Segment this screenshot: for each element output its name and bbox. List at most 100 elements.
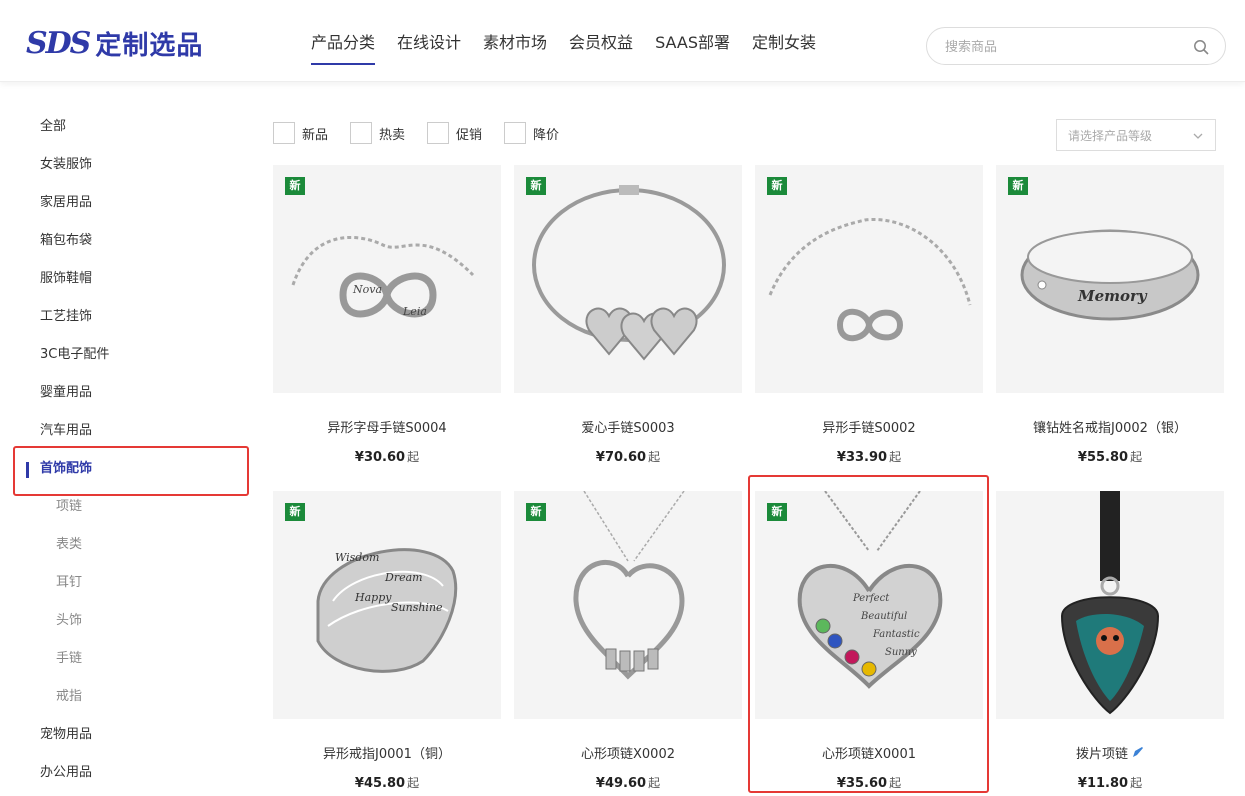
product-name[interactable]: 心形项链X0001 (755, 743, 983, 762)
category-sidebar: 全部 女装服饰 家居用品 箱包布袋 服饰鞋帽 工艺挂饰 3C电子配件 婴童用品 … (0, 108, 250, 792)
product-price: ¥70.60 起 (514, 448, 742, 465)
new-badge: 新 (767, 503, 787, 521)
nav-custom-womenswear[interactable]: 定制女装 (752, 0, 816, 82)
product-image[interactable]: 新 (514, 165, 742, 393)
checkbox-promo[interactable] (427, 122, 450, 144)
product-name[interactable]: 拨片项链 (996, 743, 1224, 762)
product-image[interactable]: 新 (514, 491, 742, 719)
subcategory-bracelet[interactable]: 手链 (0, 640, 250, 678)
filter-promo-label: 促销 (456, 127, 483, 143)
category-baby[interactable]: 婴童用品 (0, 374, 250, 412)
category-automotive[interactable]: 汽车用品 (0, 412, 250, 450)
product-card[interactable]: 新 Memory 镶钻姓名戒指J0002（银） ¥55.80 起 (996, 165, 1224, 470)
category-pet[interactable]: 宠物用品 (0, 716, 250, 754)
product-card[interactable]: 新 心形项链X0002 ¥49.60 起 (514, 491, 742, 796)
price-suffix: 起 (889, 776, 902, 790)
product-name[interactable]: 异形戒指J0001（铜） (273, 743, 501, 762)
product-price: ¥49.60 起 (514, 774, 742, 791)
category-apparel-shoes-hats[interactable]: 服饰鞋帽 (0, 260, 250, 298)
price-suffix: 起 (648, 450, 661, 464)
engraved-wrap-ring-image: Wisdom Dream Happy Sunshine (316, 548, 458, 673)
nav-member-benefits[interactable]: 会员权益 (569, 0, 633, 82)
logo[interactable]: SDS 定制选品 (26, 26, 203, 61)
product-name[interactable]: 镶钻姓名戒指J0002（银） (996, 417, 1224, 436)
filter-new-label: 新品 (302, 127, 329, 143)
product-price: ¥30.60 起 (273, 448, 501, 465)
product-name[interactable]: 异形手链S0002 (755, 417, 983, 436)
checkbox-new[interactable] (273, 122, 295, 144)
category-womens-clothing[interactable]: 女装服饰 (0, 146, 250, 184)
price-suffix: 起 (1130, 776, 1143, 790)
product-price: ¥45.80 起 (273, 774, 501, 791)
svg-text:Leia: Leia (402, 305, 427, 318)
product-image[interactable]: 新 Wisdom Dream Happy Sunshine (273, 491, 501, 719)
subcategory-headwear[interactable]: 头饰 (0, 602, 250, 640)
price-value: ¥49.60 (595, 776, 647, 791)
edit-icon[interactable] (1132, 746, 1144, 758)
svg-text:Wisdom: Wisdom (335, 551, 379, 564)
price-value: ¥30.60 (354, 450, 406, 465)
search-icon[interactable] (1193, 39, 1209, 55)
price-value: ¥33.90 (836, 450, 888, 465)
product-card[interactable]: 新 Nova Leia 异形字母手链S0004 ¥30.60 起 (273, 165, 501, 470)
product-image[interactable]: 新 Perfect Beautiful Fantastic Sunny (755, 491, 983, 719)
filter-promo[interactable]: 促销 (427, 122, 482, 144)
checkbox-hot[interactable] (350, 122, 373, 144)
product-name[interactable]: 异形字母手链S0004 (273, 417, 501, 436)
price-value: ¥45.80 (354, 776, 406, 791)
search-input[interactable] (945, 36, 1185, 58)
heart-charm-bangle-image (532, 185, 726, 361)
new-badge: 新 (1008, 177, 1028, 195)
nav-online-design[interactable]: 在线设计 (397, 0, 461, 82)
product-image[interactable]: 新 (755, 165, 983, 393)
search-box (926, 27, 1226, 65)
product-name[interactable]: 心形项链X0002 (514, 743, 742, 762)
product-grade-select[interactable]: 请选择产品等级 (1056, 119, 1216, 151)
product-image[interactable]: 新 Nova Leia (273, 165, 501, 393)
checkbox-price-drop[interactable] (504, 122, 527, 144)
price-value: ¥11.80 (1077, 776, 1129, 791)
category-home[interactable]: 家居用品 (0, 184, 250, 222)
filter-price-drop[interactable]: 降价 (504, 122, 559, 144)
subcategory-ring[interactable]: 戒指 (0, 678, 250, 716)
svg-text:Memory: Memory (1077, 287, 1148, 305)
category-all[interactable]: 全部 (0, 108, 250, 146)
product-image[interactable]: 新 Memory (996, 165, 1224, 393)
category-jewelry[interactable]: 首饰配饰 (0, 450, 250, 488)
category-bags[interactable]: 箱包布袋 (0, 222, 250, 260)
subcategory-watches[interactable]: 表类 (0, 526, 250, 564)
product-card[interactable]: 新 爱心手链S0003 ¥70.60 起 (514, 165, 742, 470)
price-suffix: 起 (1130, 450, 1143, 464)
svg-text:Happy: Happy (354, 591, 392, 604)
filter-bar: 新品 热卖 促销 降价 (273, 122, 581, 144)
product-name[interactable]: 爱心手链S0003 (514, 417, 742, 436)
filter-price-drop-label: 降价 (533, 127, 560, 143)
product-card[interactable]: 新 异形手链S0002 ¥33.90 起 (755, 165, 983, 470)
memory-ring-image: Memory (1020, 229, 1200, 321)
product-card[interactable]: 拨片项链 ¥11.80 起 (996, 491, 1224, 796)
nav-product-category[interactable]: 产品分类 (311, 0, 376, 82)
birthstone-heart-necklace-image: Perfect Beautiful Fantastic Sunny (797, 491, 943, 689)
product-card[interactable]: 新 Perfect Beautiful Fantastic Sunny 心形项链… (755, 491, 983, 796)
guitar-pick-necklace-image (1060, 491, 1160, 715)
category-office[interactable]: 办公用品 (0, 754, 250, 792)
price-suffix: 起 (648, 776, 661, 790)
nav-material-market[interactable]: 素材市场 (483, 0, 547, 82)
product-image[interactable] (996, 491, 1224, 719)
infinity-bracelet-image: Nova Leia (291, 236, 475, 318)
new-badge: 新 (526, 177, 546, 195)
subcategory-necklace[interactable]: 项链 (0, 488, 250, 526)
category-3c-accessories[interactable]: 3C电子配件 (0, 336, 250, 374)
filter-hot[interactable]: 热卖 (350, 122, 405, 144)
svg-text:Fantastic: Fantastic (872, 629, 920, 640)
filter-new[interactable]: 新品 (273, 122, 328, 144)
subcategory-earrings[interactable]: 耳钉 (0, 564, 250, 602)
svg-text:Sunshine: Sunshine (391, 601, 443, 614)
svg-text:Nova: Nova (352, 283, 382, 296)
filter-hot-label: 热卖 (379, 127, 406, 143)
nav-saas-deploy[interactable]: SAAS部署 (655, 0, 730, 82)
price-value: ¥55.80 (1077, 450, 1129, 465)
product-card[interactable]: 新 Wisdom Dream Happy Sunshine 异形戒指J0001（… (273, 491, 501, 796)
price-suffix: 起 (407, 450, 420, 464)
category-crafts[interactable]: 工艺挂饰 (0, 298, 250, 336)
